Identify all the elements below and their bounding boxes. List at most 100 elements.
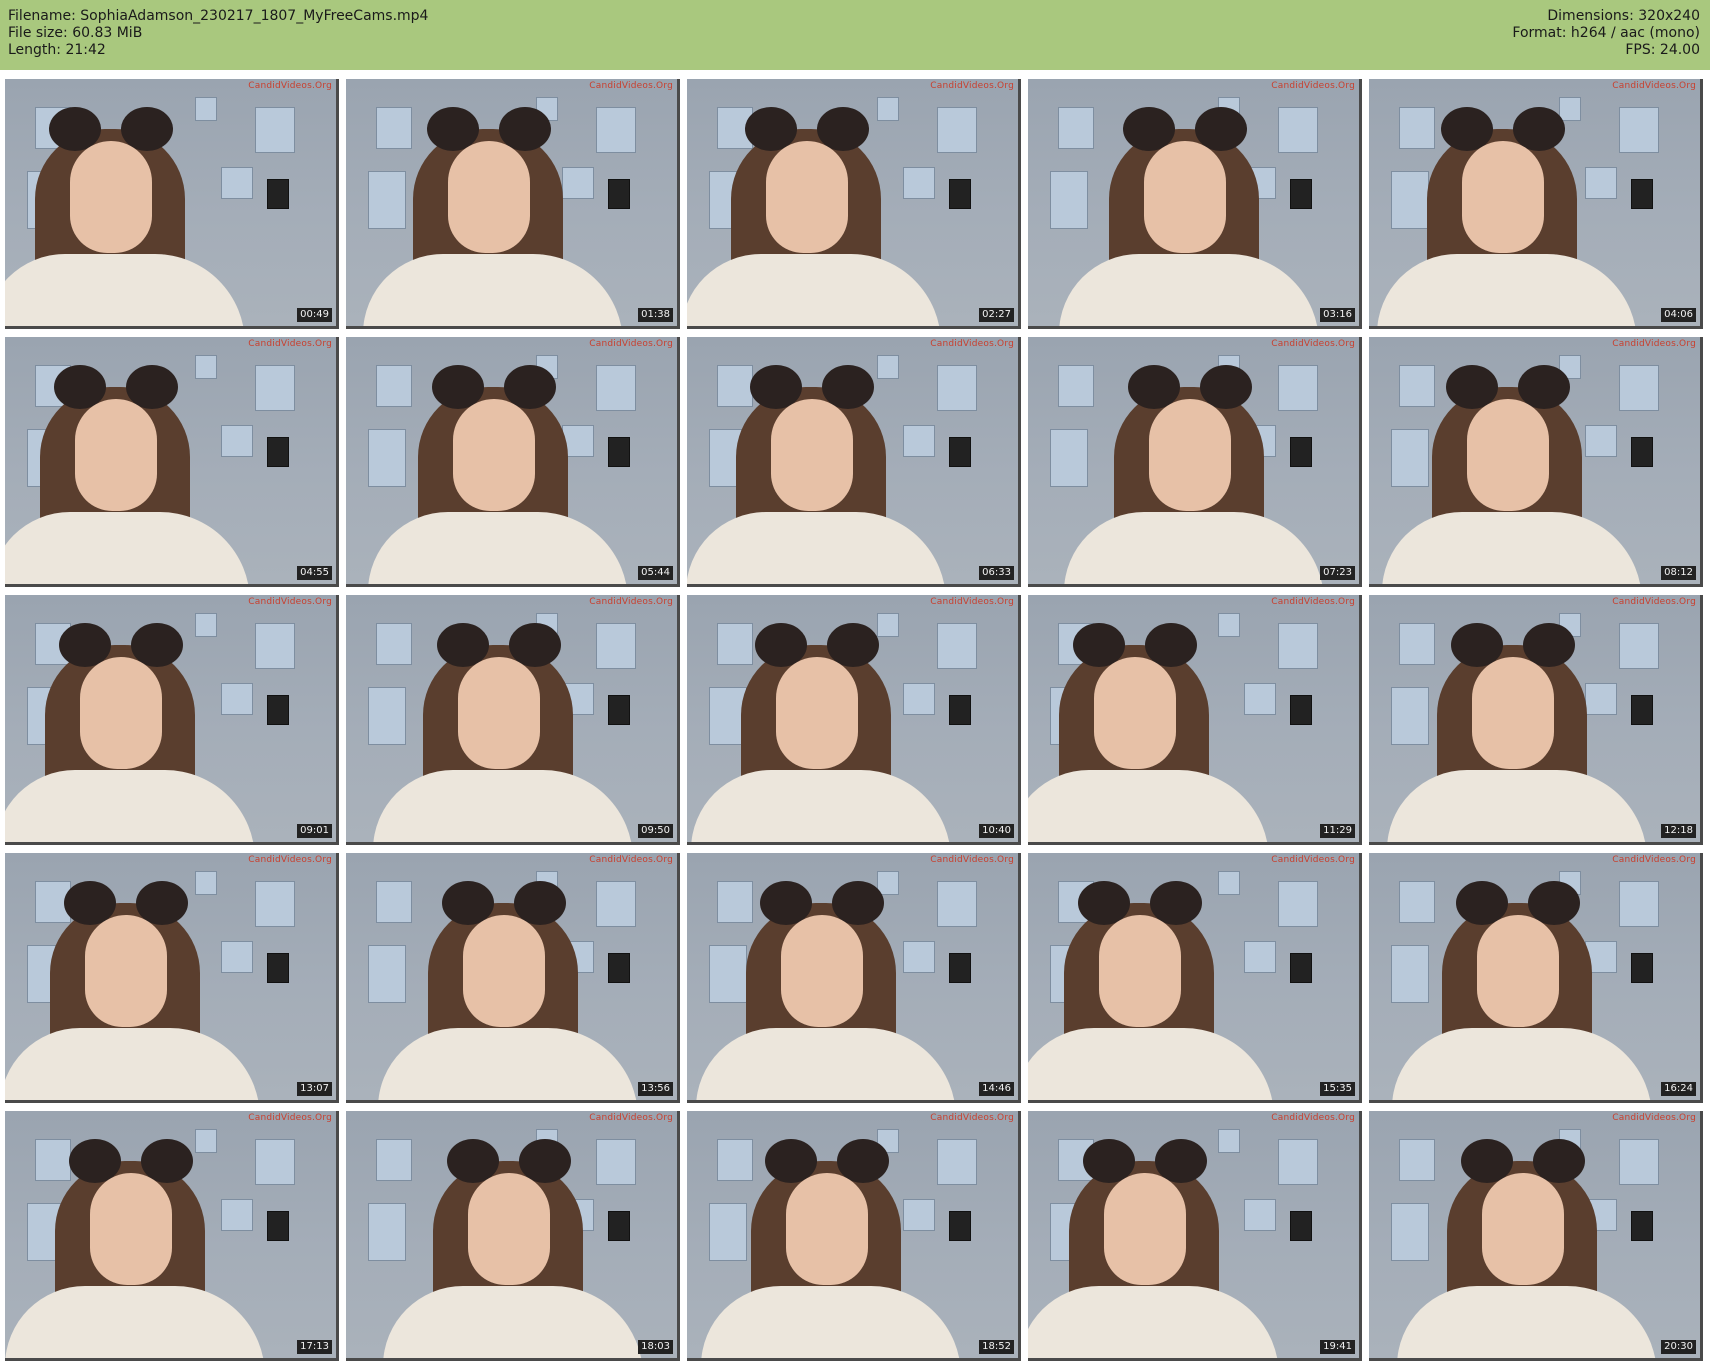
wall-poster [1399, 107, 1435, 149]
video-thumbnail[interactable]: CandidVideos.Org 02:27 [687, 79, 1021, 329]
file-info-left: Filename: SophiaAdamson_230217_1807_MyFr… [8, 8, 428, 59]
person-face [1467, 399, 1549, 511]
filesize-text: File size: 60.83 MiB [8, 25, 143, 41]
video-thumbnail[interactable]: CandidVideos.Org 15:35 [1028, 853, 1362, 1103]
wall-poster [949, 953, 971, 983]
wall-poster [596, 365, 636, 411]
person-face [1472, 657, 1554, 769]
wall-poster [376, 1139, 412, 1181]
thumbnail-timestamp: 10:40 [979, 824, 1014, 838]
video-thumbnail[interactable]: CandidVideos.Org 20:30 [1369, 1111, 1703, 1361]
wall-poster [368, 687, 406, 745]
watermark: CandidVideos.Org [589, 597, 673, 607]
video-thumbnail[interactable]: CandidVideos.Org 01:38 [346, 79, 680, 329]
wall-poster [608, 695, 630, 725]
wall-poster [255, 1139, 295, 1185]
wall-poster [937, 881, 977, 927]
wall-poster [1290, 695, 1312, 725]
thumbnail-timestamp: 11:29 [1320, 824, 1355, 838]
wall-poster [1631, 437, 1653, 467]
video-thumbnail[interactable]: CandidVideos.Org 18:52 [687, 1111, 1021, 1361]
video-thumbnail[interactable]: CandidVideos.Org 06:33 [687, 337, 1021, 587]
fps-text: FPS: 24.00 [1625, 42, 1700, 58]
person-face [70, 141, 152, 253]
wall-poster [255, 623, 295, 669]
length-text: Length: 21:42 [8, 42, 106, 58]
watermark: CandidVideos.Org [1612, 855, 1696, 865]
wall-poster [1585, 167, 1617, 199]
video-thumbnail[interactable]: CandidVideos.Org 10:40 [687, 595, 1021, 845]
person-face [786, 1173, 868, 1285]
wall-poster [195, 355, 217, 379]
thumbnail-timestamp: 09:50 [638, 824, 673, 838]
video-thumbnail[interactable]: CandidVideos.Org 09:50 [346, 595, 680, 845]
video-thumbnail[interactable]: CandidVideos.Org 12:18 [1369, 595, 1703, 845]
wall-poster [368, 945, 406, 1003]
video-thumbnail[interactable]: CandidVideos.Org 14:46 [687, 853, 1021, 1103]
person-face [75, 399, 157, 511]
person-face [1149, 399, 1231, 511]
thumbnail-timestamp: 17:13 [297, 1340, 332, 1354]
person-face [1104, 1173, 1186, 1285]
video-thumbnail[interactable]: CandidVideos.Org 19:41 [1028, 1111, 1362, 1361]
wall-poster [877, 613, 899, 637]
thumbnail-timestamp: 15:35 [1320, 1082, 1355, 1096]
wall-poster [608, 437, 630, 467]
wall-poster [1585, 683, 1617, 715]
wall-poster [35, 1139, 71, 1181]
video-thumbnail[interactable]: CandidVideos.Org 03:16 [1028, 79, 1362, 329]
wall-poster [1278, 107, 1318, 153]
wall-poster [267, 179, 289, 209]
wall-poster [255, 107, 295, 153]
wall-poster [937, 623, 977, 669]
video-thumbnail[interactable]: CandidVideos.Org 08:12 [1369, 337, 1703, 587]
wall-poster [267, 695, 289, 725]
watermark: CandidVideos.Org [930, 855, 1014, 865]
file-info-right: Dimensions: 320x240 Format: h264 / aac (… [1512, 8, 1700, 59]
wall-poster [596, 107, 636, 153]
video-thumbnail[interactable]: CandidVideos.Org 17:13 [5, 1111, 339, 1361]
wall-poster [195, 97, 217, 121]
video-thumbnail[interactable]: CandidVideos.Org 00:49 [5, 79, 339, 329]
wall-poster [949, 179, 971, 209]
video-thumbnail[interactable]: CandidVideos.Org 16:24 [1369, 853, 1703, 1103]
thumbnail-grid: CandidVideos.Org 00:49 CandidVideos.Org 01:… [0, 70, 1710, 1370]
wall-poster [1399, 881, 1435, 923]
video-thumbnail[interactable]: CandidVideos.Org 13:07 [5, 853, 339, 1103]
watermark: CandidVideos.Org [930, 1113, 1014, 1123]
watermark: CandidVideos.Org [1612, 339, 1696, 349]
person-face [1462, 141, 1544, 253]
video-thumbnail[interactable]: CandidVideos.Org 13:56 [346, 853, 680, 1103]
video-thumbnail[interactable]: CandidVideos.Org 09:01 [5, 595, 339, 845]
wall-poster [717, 623, 753, 665]
wall-poster [903, 683, 935, 715]
wall-poster [1391, 429, 1429, 487]
video-thumbnail[interactable]: CandidVideos.Org 11:29 [1028, 595, 1362, 845]
video-thumbnail[interactable]: CandidVideos.Org 04:55 [5, 337, 339, 587]
wall-poster [877, 97, 899, 121]
wall-poster [1278, 1139, 1318, 1185]
watermark: CandidVideos.Org [930, 81, 1014, 91]
video-thumbnail[interactable]: CandidVideos.Org 07:23 [1028, 337, 1362, 587]
thumbnail-timestamp: 07:23 [1320, 566, 1355, 580]
video-thumbnail[interactable]: CandidVideos.Org 05:44 [346, 337, 680, 587]
format-text: Format: h264 / aac (mono) [1512, 25, 1700, 41]
wall-poster [195, 1129, 217, 1153]
watermark: CandidVideos.Org [1612, 597, 1696, 607]
watermark: CandidVideos.Org [1612, 1113, 1696, 1123]
person-face [463, 915, 545, 1027]
watermark: CandidVideos.Org [248, 81, 332, 91]
thumbnail-timestamp: 02:27 [979, 308, 1014, 322]
dimensions-text: Dimensions: 320x240 [1547, 8, 1700, 24]
person-face [448, 141, 530, 253]
person-face [453, 399, 535, 511]
wall-poster [1619, 107, 1659, 153]
thumbnail-timestamp: 08:12 [1661, 566, 1696, 580]
thumbnail-timestamp: 09:01 [297, 824, 332, 838]
video-thumbnail[interactable]: CandidVideos.Org 04:06 [1369, 79, 1703, 329]
wall-poster [255, 881, 295, 927]
wall-poster [1058, 365, 1094, 407]
video-thumbnail[interactable]: CandidVideos.Org 18:03 [346, 1111, 680, 1361]
wall-poster [949, 1211, 971, 1241]
person-face [1099, 915, 1181, 1027]
